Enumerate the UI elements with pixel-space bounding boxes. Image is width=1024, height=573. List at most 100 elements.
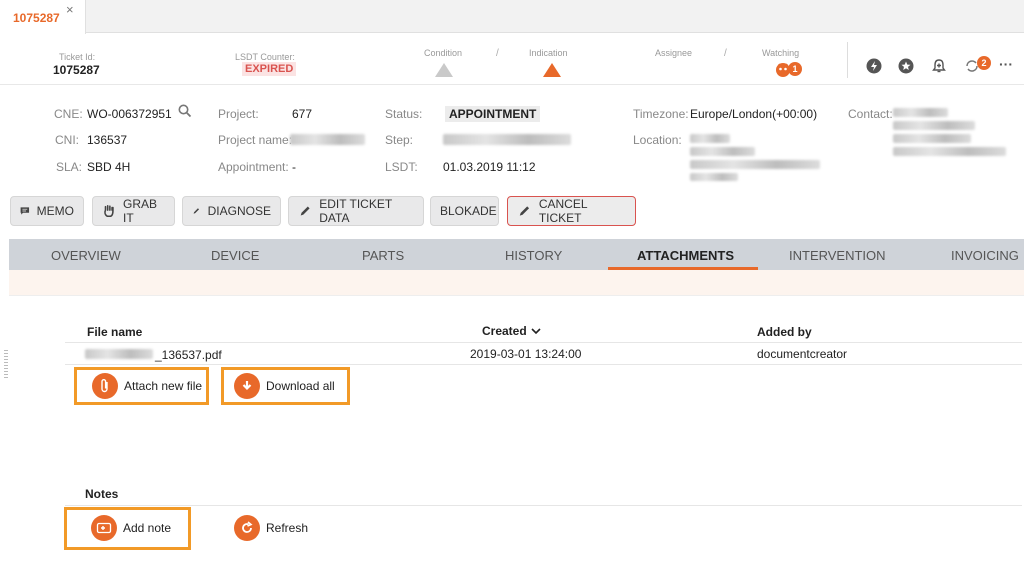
tab-attachments[interactable]: ATTACHMENTS [637,248,734,263]
status-label: Status: [385,107,423,121]
paperclip-icon [92,373,118,399]
condition-label: Condition [424,48,463,58]
file-name-redacted [85,349,153,359]
tab-device[interactable]: DEVICE [211,248,259,263]
resize-handle[interactable] [4,350,8,380]
pencil-icon [193,208,200,214]
table-header-divider [65,342,1022,343]
bell-plus-icon[interactable] [931,58,947,74]
cancel-ticket-button[interactable]: CANCEL TICKET [507,196,636,226]
lsdt-counter-label: LSDT Counter: [235,52,295,62]
watchers-icon[interactable]: 1 [774,61,802,77]
attach-new-file-button[interactable]: Attach new file [92,369,202,403]
added-by-value: documentcreator [757,347,848,361]
assignee-label: Assignee [655,48,693,58]
created-value: 2019-03-01 13:24:00 [470,347,582,361]
grab-it-button[interactable]: GRAB IT [92,196,175,226]
tab-parts[interactable]: PARTS [362,248,404,263]
lightning-icon[interactable] [866,58,882,74]
hand-icon [104,204,114,218]
sync-count-badge: 2 [977,56,991,70]
table-row-divider [65,364,1022,365]
appointment-label: Appointment: [218,160,289,174]
watching-count-badge: 1 [788,62,802,76]
step-redacted [443,134,571,145]
file-name-suffix[interactable]: _136537.pdf [155,348,222,362]
diagnose-button[interactable]: DIAGNOSE [182,196,281,226]
project-label: Project: [218,107,259,121]
ticket-id-label: Ticket Id: [59,52,96,62]
watching-label: Watching [762,48,800,58]
memo-label: MEMO [36,204,74,218]
notes-divider [65,505,1022,506]
add-note-label: Add note [123,521,172,535]
status-value: APPOINTMENT [445,106,541,122]
location-redacted-3 [690,160,820,169]
tab-overview[interactable]: OVERVIEW [51,248,121,263]
column-created[interactable]: Created [482,324,527,338]
cni-value: 136537 [87,133,128,147]
cne-value: WO-006372951 [87,107,172,121]
memo-icon [20,207,30,215]
ticket-header: Ticket Id: 1075287 LSDT Counter: EXPIRED… [0,34,1024,85]
refresh-label: Refresh [266,521,309,535]
sort-chevron-down-icon[interactable] [531,327,541,335]
tab-invoicing[interactable]: INVOICING [951,248,1019,263]
panel-header-strip [9,270,1024,296]
location-redacted-4 [690,173,738,181]
header-separator: / [496,48,499,59]
diagnose-label: DIAGNOSE [207,204,271,218]
contact-redacted-4 [893,147,1006,156]
column-added-by[interactable]: Added by [757,325,812,339]
blokade-label: BLOKADE [440,204,497,218]
contact-label: Contact: [848,107,893,121]
ticket-id-value: 1075287 [53,63,100,77]
project-name-label: Project name: [218,133,293,147]
sla-value: SBD 4H [87,160,131,174]
cancel-ticket-label: CANCEL TICKET [538,197,588,225]
condition-warning-icon [435,63,453,77]
indication-label: Indication [529,48,568,58]
sla-label: SLA: [56,160,83,174]
download-all-button[interactable]: Download all [234,369,335,403]
cni-label: CNI: [55,133,79,147]
cne-search-icon[interactable] [178,104,192,118]
ticket-tab-title: 1075287 [13,11,60,25]
more-options-icon[interactable]: ··· [999,56,1013,72]
refresh-button[interactable]: Refresh [234,511,308,545]
refresh-icon [234,515,260,541]
tab-history[interactable]: HISTORY [505,248,562,263]
location-redacted-1 [690,134,730,143]
header-separator-2: / [724,48,727,59]
add-note-button[interactable]: Add note [91,511,171,545]
section-tabs: OVERVIEW DEVICE PARTS HISTORY ATTACHMENT… [9,239,1024,270]
lsdt-expired-badge: EXPIRED [242,62,297,76]
location-label: Location: [633,133,682,147]
notes-title: Notes [85,487,119,501]
ticket-tab[interactable]: 1075287 × [0,0,86,34]
close-icon[interactable]: × [66,2,74,17]
project-value: 677 [292,107,313,121]
step-label: Step: [385,133,414,147]
attach-new-file-label: Attach new file [124,379,203,393]
header-divider [847,42,848,78]
timezone-label: Timezone: [633,107,689,121]
contact-redacted-3 [893,134,971,143]
blokade-button[interactable]: BLOKADE [430,196,499,226]
cne-label: CNE: [54,107,83,121]
grab-it-label: GRAB IT [123,197,158,225]
appointment-value: - [292,160,296,174]
location-redacted-2 [690,147,755,156]
tab-intervention[interactable]: INTERVENTION [789,248,886,263]
project-name-redacted [290,134,365,145]
memo-button[interactable]: MEMO [10,196,84,226]
contact-redacted-1 [893,108,948,117]
lsdt-value: 01.03.2019 11:12 [443,160,536,174]
column-file-name[interactable]: File name [87,325,142,339]
star-icon[interactable] [898,58,914,74]
contact-redacted-2 [893,121,975,130]
edit-ticket-data-button[interactable]: EDIT TICKET DATA [288,196,424,226]
indication-warning-icon [543,63,561,77]
download-all-label: Download all [266,379,335,393]
timezone-value: Europe/London(+00:00) [690,107,818,121]
